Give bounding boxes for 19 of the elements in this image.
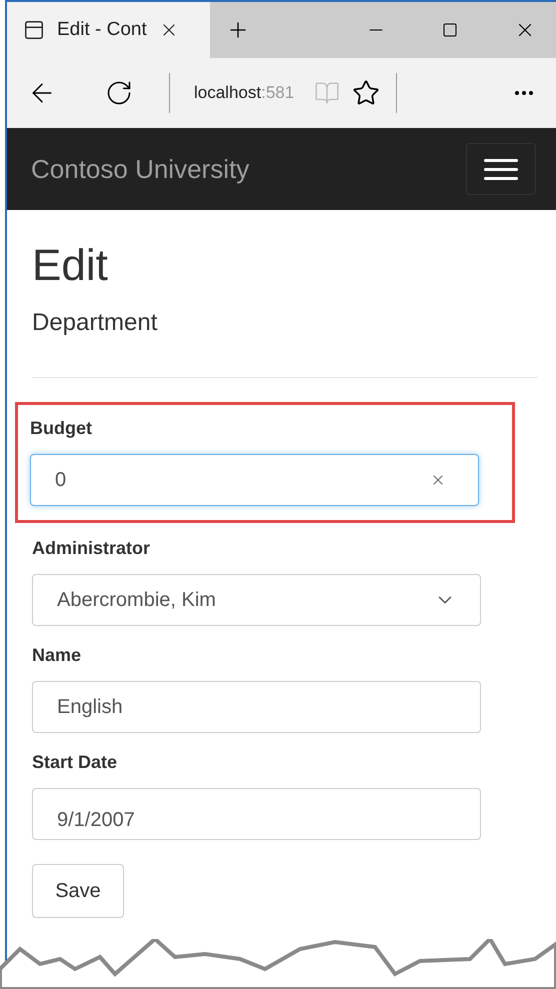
date-field[interactable]: 9/1/2007	[32, 788, 481, 840]
brand-link[interactable]: Contoso University	[31, 150, 250, 188]
input-field[interactable]: English	[32, 681, 481, 733]
administrator-dropdown[interactable]: Abercrombie, Kim	[32, 574, 481, 626]
star-icon[interactable]	[352, 79, 380, 107]
browser-tab[interactable]: Edit - Cont	[7, 2, 210, 58]
field-label: Administrator	[32, 537, 152, 560]
input-field[interactable]: 0	[30, 454, 479, 506]
menu-button[interactable]	[466, 143, 536, 195]
field-label: Name	[32, 644, 82, 667]
page-subtitle: Department	[32, 308, 158, 338]
address-bar[interactable]: localhost:581	[194, 80, 294, 106]
tab-page-icon	[23, 19, 45, 41]
maximize-icon[interactable]	[442, 22, 458, 38]
page-title: Edit	[32, 240, 109, 292]
field-label: Start Date	[32, 751, 118, 774]
save-button[interactable]: Save	[32, 864, 124, 918]
refresh-icon[interactable]	[105, 79, 133, 107]
field-label: Budget	[30, 417, 93, 440]
